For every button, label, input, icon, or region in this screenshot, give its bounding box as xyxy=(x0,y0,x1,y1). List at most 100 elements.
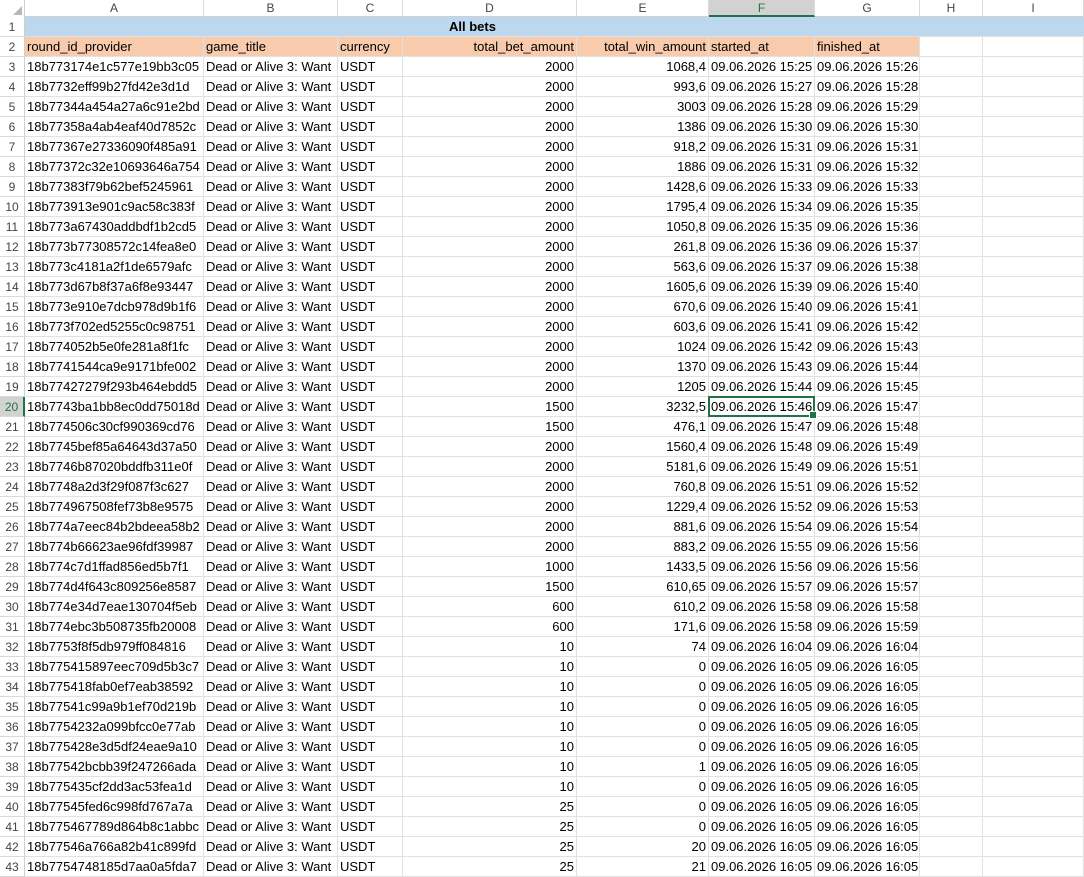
round-id-cell[interactable]: 18b773a67430addbdf1b2cd5 xyxy=(25,217,204,237)
empty-cell[interactable] xyxy=(983,337,1084,357)
empty-cell[interactable] xyxy=(920,717,983,737)
row-header-2[interactable]: 2 xyxy=(0,37,25,57)
round-id-cell[interactable]: 18b774506c30cf990369cd76 xyxy=(25,417,204,437)
currency-cell[interactable]: USDT xyxy=(338,857,403,877)
empty-cell[interactable] xyxy=(983,777,1084,797)
currency-cell[interactable]: USDT xyxy=(338,437,403,457)
finished-at-cell[interactable]: 09.06.2026 15:45 xyxy=(815,377,920,397)
finished-at-cell[interactable]: 09.06.2026 15:32 xyxy=(815,157,920,177)
row-header-20[interactable]: 20 xyxy=(0,397,25,417)
bet-amount-cell[interactable]: 2000 xyxy=(403,257,577,277)
started-at-cell[interactable]: 09.06.2026 16:05 xyxy=(709,737,815,757)
finished-at-cell[interactable]: 09.06.2026 16:05 xyxy=(815,777,920,797)
bet-amount-cell[interactable]: 2000 xyxy=(403,357,577,377)
empty-cell[interactable] xyxy=(920,677,983,697)
empty-cell[interactable] xyxy=(983,597,1084,617)
column-header-e[interactable]: E xyxy=(577,0,709,17)
game-title-cell[interactable]: Dead or Alive 3: Want xyxy=(204,677,338,697)
win-amount-cell[interactable]: 1024 xyxy=(577,337,709,357)
started-at-cell[interactable]: 09.06.2026 15:31 xyxy=(709,137,815,157)
started-at-cell[interactable]: 09.06.2026 16:05 xyxy=(709,817,815,837)
started-at-cell[interactable]: 09.06.2026 15:54 xyxy=(709,517,815,537)
game-title-cell[interactable]: Dead or Alive 3: Want xyxy=(204,417,338,437)
finished-at-cell[interactable]: 09.06.2026 15:47 xyxy=(815,397,920,417)
finished-at-cell[interactable]: 09.06.2026 16:04 xyxy=(815,637,920,657)
round-id-cell[interactable]: 18b77542bcbb39f247266ada xyxy=(25,757,204,777)
finished-at-cell[interactable]: 09.06.2026 15:59 xyxy=(815,617,920,637)
started-at-cell[interactable]: 09.06.2026 16:05 xyxy=(709,657,815,677)
started-at-cell[interactable]: 09.06.2026 15:30 xyxy=(709,117,815,137)
empty-cell[interactable] xyxy=(983,257,1084,277)
bet-amount-cell[interactable]: 1500 xyxy=(403,417,577,437)
empty-cell[interactable] xyxy=(983,377,1084,397)
started-at-cell[interactable]: 09.06.2026 15:25 xyxy=(709,57,815,77)
empty-cell[interactable] xyxy=(920,457,983,477)
empty-cell[interactable] xyxy=(983,417,1084,437)
empty-cell[interactable] xyxy=(983,637,1084,657)
bet-amount-cell[interactable]: 10 xyxy=(403,657,577,677)
bet-amount-cell[interactable]: 2000 xyxy=(403,177,577,197)
currency-cell[interactable]: USDT xyxy=(338,537,403,557)
bet-amount-cell[interactable]: 25 xyxy=(403,817,577,837)
empty-cell[interactable] xyxy=(983,277,1084,297)
empty-cell[interactable] xyxy=(920,797,983,817)
empty-cell[interactable] xyxy=(920,357,983,377)
currency-cell[interactable]: USDT xyxy=(338,497,403,517)
currency-cell[interactable]: USDT xyxy=(338,217,403,237)
empty-cell[interactable] xyxy=(920,737,983,757)
round-id-cell[interactable]: 18b77427279f293b464ebdd5 xyxy=(25,377,204,397)
win-amount-cell[interactable]: 670,6 xyxy=(577,297,709,317)
game-title-cell[interactable]: Dead or Alive 3: Want xyxy=(204,237,338,257)
round-id-cell[interactable]: 18b774b66623ae96fdf39987 xyxy=(25,537,204,557)
currency-cell[interactable]: USDT xyxy=(338,577,403,597)
round-id-cell[interactable]: 18b77344a454a27a6c91e2bd xyxy=(25,97,204,117)
currency-cell[interactable]: USDT xyxy=(338,417,403,437)
started-at-cell[interactable]: 09.06.2026 16:05 xyxy=(709,857,815,877)
started-at-cell[interactable]: 09.06.2026 15:34 xyxy=(709,197,815,217)
win-amount-cell[interactable]: 0 xyxy=(577,717,709,737)
row-header-6[interactable]: 6 xyxy=(0,117,25,137)
row-header-27[interactable]: 27 xyxy=(0,537,25,557)
win-amount-cell[interactable]: 881,6 xyxy=(577,517,709,537)
bet-amount-cell[interactable]: 10 xyxy=(403,697,577,717)
game-title-cell[interactable]: Dead or Alive 3: Want xyxy=(204,397,338,417)
empty-cell[interactable] xyxy=(983,817,1084,837)
empty-cell[interactable] xyxy=(983,17,1084,37)
row-header-13[interactable]: 13 xyxy=(0,257,25,277)
empty-cell[interactable] xyxy=(920,277,983,297)
empty-cell[interactable] xyxy=(920,257,983,277)
finished-at-cell[interactable]: 09.06.2026 15:40 xyxy=(815,277,920,297)
started-at-cell[interactable]: 09.06.2026 15:58 xyxy=(709,617,815,637)
currency-cell[interactable]: USDT xyxy=(338,257,403,277)
empty-cell[interactable] xyxy=(983,577,1084,597)
column-title-game-title[interactable]: game_title xyxy=(204,37,338,57)
round-id-cell[interactable]: 18b7753f8f5db979ff084816 xyxy=(25,637,204,657)
win-amount-cell[interactable]: 563,6 xyxy=(577,257,709,277)
bet-amount-cell[interactable]: 2000 xyxy=(403,537,577,557)
bet-amount-cell[interactable]: 2000 xyxy=(403,217,577,237)
bet-amount-cell[interactable]: 25 xyxy=(403,837,577,857)
row-header-4[interactable]: 4 xyxy=(0,77,25,97)
finished-at-cell[interactable]: 09.06.2026 15:28 xyxy=(815,77,920,97)
empty-cell[interactable] xyxy=(920,177,983,197)
game-title-cell[interactable]: Dead or Alive 3: Want xyxy=(204,217,338,237)
bet-amount-cell[interactable]: 600 xyxy=(403,617,577,637)
currency-cell[interactable]: USDT xyxy=(338,197,403,217)
empty-cell[interactable] xyxy=(983,297,1084,317)
empty-cell[interactable] xyxy=(983,57,1084,77)
round-id-cell[interactable]: 18b7741544ca9e9171bfe002 xyxy=(25,357,204,377)
game-title-cell[interactable]: Dead or Alive 3: Want xyxy=(204,777,338,797)
finished-at-cell[interactable]: 09.06.2026 15:54 xyxy=(815,517,920,537)
empty-cell[interactable] xyxy=(920,517,983,537)
bet-amount-cell[interactable]: 2000 xyxy=(403,277,577,297)
win-amount-cell[interactable]: 3232,5 xyxy=(577,397,709,417)
row-header-8[interactable]: 8 xyxy=(0,157,25,177)
round-id-cell[interactable]: 18b77383f79b62bef5245961 xyxy=(25,177,204,197)
round-id-cell[interactable]: 18b773d67b8f37a6f8e93447 xyxy=(25,277,204,297)
empty-cell[interactable] xyxy=(983,477,1084,497)
started-at-cell[interactable]: 09.06.2026 16:05 xyxy=(709,837,815,857)
row-header-11[interactable]: 11 xyxy=(0,217,25,237)
empty-cell[interactable] xyxy=(920,417,983,437)
finished-at-cell[interactable]: 09.06.2026 15:35 xyxy=(815,197,920,217)
row-header-12[interactable]: 12 xyxy=(0,237,25,257)
